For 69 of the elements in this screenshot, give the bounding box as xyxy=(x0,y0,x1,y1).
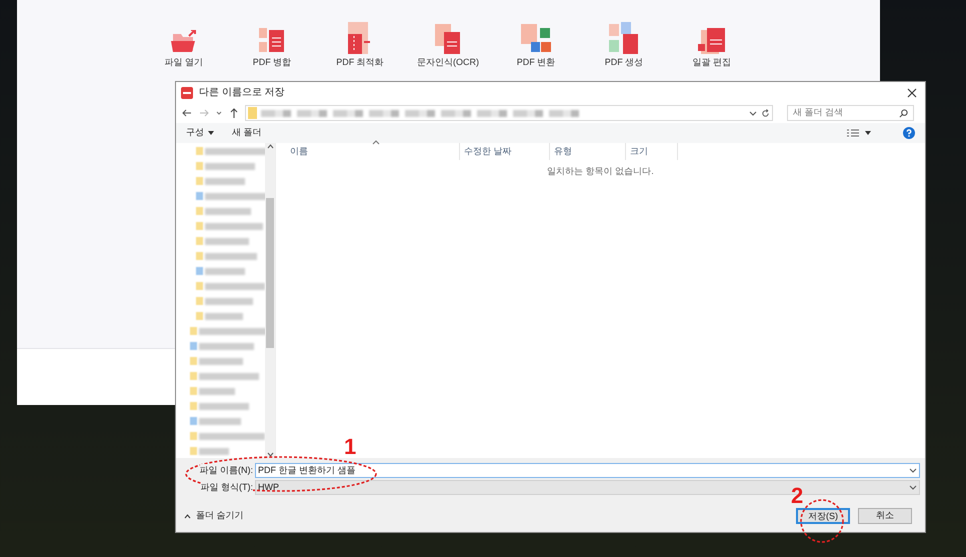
file-conversion-icon xyxy=(521,24,551,54)
blurred-folder-item xyxy=(190,447,229,455)
organize-menu[interactable]: 구성 xyxy=(186,126,214,140)
search-field[interactable]: 새 폴더 검색 xyxy=(787,105,914,121)
hide-folders-button[interactable]: 폴더 숨기기 xyxy=(181,509,244,523)
folder-icon xyxy=(248,107,257,119)
pdf-app-icon xyxy=(181,86,193,98)
blurred-folder-item xyxy=(190,342,254,350)
chevron-down-icon xyxy=(266,451,274,458)
chevron-down-icon xyxy=(909,484,917,490)
blurred-folder-item xyxy=(196,237,249,245)
document-creation-icon xyxy=(609,22,639,54)
tool-button[interactable]: 파일 열기 xyxy=(140,22,228,70)
blurred-folder-item xyxy=(196,207,251,215)
blurred-folder-item xyxy=(196,297,253,305)
empty-message: 일치하는 항목이 없습니다. xyxy=(546,165,655,178)
tool-button[interactable]: 일괄 편집 xyxy=(668,22,756,70)
caret-icon xyxy=(865,131,871,135)
cancel-button[interactable]: 취소 xyxy=(858,508,912,524)
up-button[interactable] xyxy=(228,107,240,119)
annotation-number: 1 xyxy=(344,436,356,458)
blurred-folder-item xyxy=(196,192,265,200)
tool-button[interactable]: PDF 생성 xyxy=(580,22,668,70)
column-header[interactable]: 크기 xyxy=(626,143,678,160)
file-name-field[interactable]: PDF 한글 변환하기 샘플 xyxy=(255,463,920,478)
blurred-folder-item xyxy=(196,162,255,170)
blurred-folder-item xyxy=(190,357,243,365)
window-title: 다른 이름으로 저장 xyxy=(199,86,285,100)
blurred-folder-item xyxy=(196,147,265,155)
field-label: 파일 이름(N): xyxy=(200,464,253,478)
column-header[interactable]: 수정한 날짜 xyxy=(460,143,550,160)
blurred-folder-item xyxy=(196,312,243,320)
help-icon[interactable] xyxy=(903,127,915,139)
column-header[interactable]: 유형 xyxy=(550,143,626,160)
sort-ascending-icon xyxy=(372,140,380,145)
blurred-folder-item xyxy=(196,252,257,260)
column-header[interactable]: 이름 xyxy=(286,143,460,160)
stacked-documents-icon xyxy=(698,28,726,54)
blurred-folder-item xyxy=(190,372,259,380)
blurred-folder-item xyxy=(190,402,249,410)
blurred-folder-item xyxy=(196,177,245,185)
refresh-icon[interactable] xyxy=(761,108,770,118)
chevron-down-icon xyxy=(749,109,757,117)
view-options-button[interactable] xyxy=(847,129,871,137)
zipper-document-icon xyxy=(348,22,372,54)
tool-button[interactable]: PDF 최적화 xyxy=(316,22,404,70)
blurred-folder-item xyxy=(196,267,245,275)
save-button[interactable]: 저장(S) xyxy=(796,508,850,524)
tool-button[interactable]: PDF 병합 xyxy=(228,22,316,70)
chevron-down-icon xyxy=(909,468,917,474)
scrollbar[interactable] xyxy=(265,143,275,458)
blurred-folder-item xyxy=(196,282,265,290)
field-label: 파일 형식(T): xyxy=(200,480,253,494)
blurred-folder-item xyxy=(196,222,263,230)
new-folder-button[interactable]: 새 폴더 xyxy=(232,126,262,140)
caret-icon xyxy=(208,131,214,135)
tool-button[interactable]: 문자인식(OCR) xyxy=(404,22,492,70)
back-button[interactable] xyxy=(181,107,193,119)
list-view-icon xyxy=(847,129,859,137)
blurred-folder-item xyxy=(190,417,241,425)
tool-button[interactable]: PDF 변환 xyxy=(492,22,580,70)
chevron-up-icon xyxy=(184,514,191,518)
close-icon xyxy=(907,88,917,98)
chevron-up-icon xyxy=(266,143,274,150)
search-icon xyxy=(899,108,908,118)
documents-icon xyxy=(435,24,461,54)
blurred-folder-item xyxy=(190,387,235,395)
documents-icon xyxy=(259,26,285,54)
folder-icon xyxy=(171,30,197,54)
